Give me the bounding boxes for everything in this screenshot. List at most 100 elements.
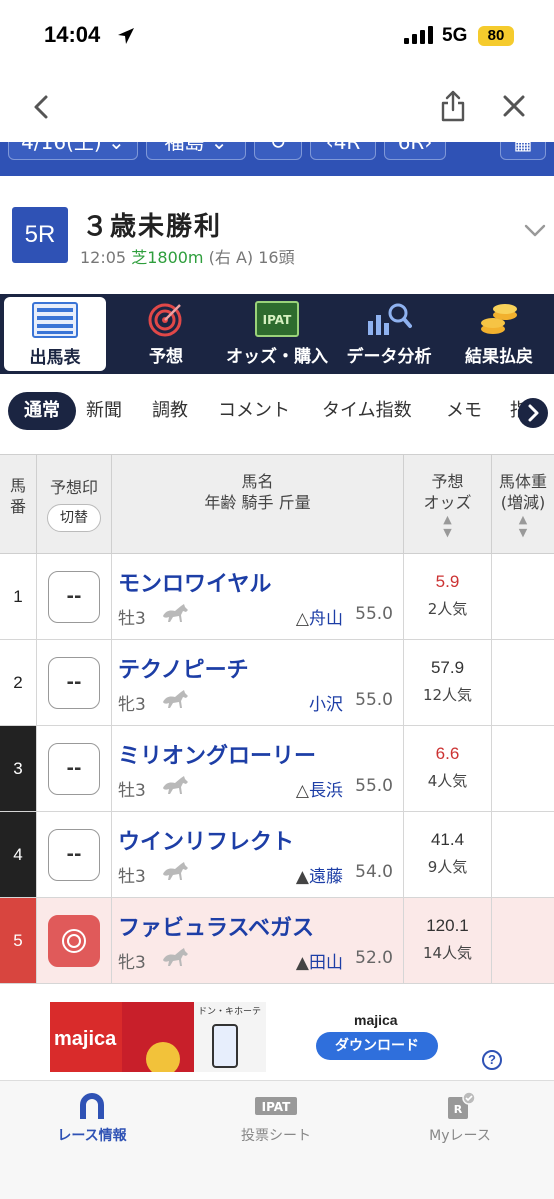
date-selector[interactable]: 4/16(土) ⌄	[8, 142, 138, 160]
col-prediction-mark: 予想印 切替	[37, 455, 112, 555]
location-arrow-icon	[118, 28, 134, 44]
menu-label: オッズ・購入	[226, 347, 328, 367]
tab-comment[interactable]: コメント	[218, 392, 290, 430]
tab-training[interactable]: 調教	[152, 392, 188, 430]
jockey-link[interactable]: 小沢	[309, 690, 343, 715]
carried-weight: 55.0	[355, 690, 393, 710]
col-number[interactable]: 馬 番	[0, 455, 37, 555]
ad-banner[interactable]: majica ドン・キホーテ majica ダウンロード ?	[0, 988, 554, 1080]
jockey-apprentice-mark: ▲	[295, 867, 309, 887]
ad-download-button[interactable]: ダウンロード	[316, 1032, 438, 1060]
ipat-ticket-icon: IPAT	[255, 1097, 297, 1115]
tab-voting-sheet[interactable]: IPAT 投票シート	[206, 1091, 346, 1145]
tab-newspaper[interactable]: 新聞	[86, 392, 122, 430]
refresh-icon[interactable]: ↻	[254, 142, 302, 160]
horse-number: 1	[13, 587, 23, 606]
horse-number: 2	[13, 673, 23, 692]
prediction-mark-cell: --	[37, 554, 112, 639]
race-header[interactable]: 5R ３歳未勝利 12:05 芝1800m (右 A) 16頭	[0, 194, 554, 280]
browser-nav-bar	[0, 72, 554, 142]
horse-number-cell: 4	[0, 812, 37, 897]
next-race-button[interactable]: 6R›	[384, 142, 446, 160]
horse-name-link[interactable]: ウインリフレクト	[118, 824, 294, 856]
tabs-next-button[interactable]	[518, 398, 548, 428]
popularity-rank: 4人気	[427, 772, 468, 790]
cellular-signal-icon	[404, 26, 433, 44]
close-icon[interactable]	[502, 94, 526, 118]
svg-text:R: R	[454, 1103, 463, 1116]
predicted-odds: 5.9	[435, 572, 460, 591]
predicted-odds: 57.9	[430, 658, 465, 677]
jockey-apprentice-mark: △	[295, 781, 309, 801]
mark-switch-button[interactable]: 切替	[47, 504, 101, 532]
horse-icon	[160, 860, 190, 886]
sort-arrows-icon: ▲ ▼	[518, 513, 528, 539]
col-odds[interactable]: 予想 オッズ ▲ ▼	[404, 455, 492, 555]
grid-menu-icon[interactable]: ▦	[500, 142, 546, 160]
horse-name-link[interactable]: モンロワイヤル	[118, 566, 271, 598]
carried-weight: 52.0	[355, 948, 393, 968]
ipat-icon: IPAT	[255, 301, 299, 337]
prediction-mark-cell: --	[37, 640, 112, 725]
tab-normal[interactable]: 通常	[8, 392, 76, 430]
horse-info-cell: ウインリフレクト 牡3 ▲遠藤 54.0	[112, 812, 404, 897]
odds-cell: 41.4 9人気	[404, 812, 492, 897]
col-name-line2: 年齢 騎手 斤量	[204, 493, 311, 512]
jockey-link[interactable]: △舟山	[296, 604, 343, 629]
table-row[interactable]: 3 -- ミリオングローリー 牡3 △長浜 55.0 6.6 4人気	[0, 726, 554, 812]
jockey-name: 遠藤	[309, 867, 343, 887]
double-circle-icon	[62, 929, 86, 953]
menu-results-payout[interactable]: 結果払戻	[446, 294, 552, 374]
horse-name-link[interactable]: テクノピーチ	[118, 652, 249, 684]
tab-label: 投票シート	[241, 1128, 311, 1144]
jockey-link[interactable]: ▲田山	[296, 948, 343, 973]
prediction-mark-cell	[37, 898, 112, 983]
horse-number-cell: 5	[0, 898, 37, 983]
menu-odds-purchase[interactable]: IPAT オッズ・購入	[222, 294, 332, 374]
tab-time-index[interactable]: タイム指数	[322, 392, 412, 430]
predicted-odds: 6.6	[435, 744, 460, 763]
venue-selector[interactable]: 福島 ⌄	[146, 142, 246, 160]
horse-number-cell: 3	[0, 726, 37, 811]
prediction-mark-button[interactable]: --	[48, 571, 100, 623]
tab-race-info[interactable]: レース情報	[22, 1091, 162, 1145]
jockey-link[interactable]: ▲遠藤	[296, 862, 343, 887]
col-odds-line1: 予想	[431, 472, 464, 491]
jockey-apprentice-mark: ▲	[295, 953, 309, 973]
prediction-mark-button[interactable]: --	[48, 829, 100, 881]
venue-label: 福島	[164, 142, 205, 154]
jockey-link[interactable]: △長浜	[296, 776, 343, 801]
horse-sex-age: 牡3	[118, 781, 146, 801]
menu-prediction[interactable]: 予想	[112, 294, 220, 374]
horse-sex-age: 牝3	[118, 695, 146, 715]
horse-info-cell: ミリオングローリー 牡3 △長浜 55.0	[112, 726, 404, 811]
jockey-name: 小沢	[309, 695, 343, 715]
prediction-mark-button[interactable]	[48, 915, 100, 967]
race-start-time: 12:05	[80, 248, 127, 267]
table-row[interactable]: 2 -- テクノピーチ 牝3 小沢 55.0 57.9 12人気	[0, 640, 554, 726]
menu-label: データ分析	[346, 347, 432, 367]
ad-help-icon[interactable]: ?	[482, 1050, 502, 1070]
prev-race-button[interactable]: ‹4R	[310, 142, 376, 160]
table-row[interactable]: 1 -- モンロワイヤル 牡3 △舟山 55.0 5.9 2人気	[0, 554, 554, 640]
back-chevron-icon[interactable]	[30, 94, 54, 120]
prediction-mark-button[interactable]: --	[48, 743, 100, 795]
horse-name-link[interactable]: ミリオングローリー	[118, 738, 316, 770]
chart-search-icon	[368, 303, 412, 335]
menu-race-card[interactable]: 出馬表	[4, 297, 106, 371]
chevron-down-icon[interactable]	[524, 224, 546, 238]
horse-name-link[interactable]: ファビュラスベガス	[118, 910, 314, 942]
status-bar: 14:04 5G 80	[0, 0, 554, 72]
ad-phone-image: ドン・キホーテ	[194, 1002, 266, 1072]
col-body-weight[interactable]: 馬体重 (増減) ▲ ▼	[492, 455, 554, 555]
tab-memo[interactable]: メモ	[446, 392, 482, 430]
race-name: ３歳未勝利	[82, 212, 223, 242]
table-row[interactable]: 5 ファビュラスベガス 牝3 ▲田山 52.0 120.1 14人気	[0, 898, 554, 984]
table-header: 馬 番 予想印 切替 馬名 年齢 騎手 斤量 予想 オッズ ▲ ▼ 馬体重 (増減…	[0, 454, 554, 555]
body-weight-cell	[492, 554, 554, 639]
menu-data-analysis[interactable]: データ分析	[336, 294, 442, 374]
prediction-mark-button[interactable]: --	[48, 657, 100, 709]
table-row[interactable]: 4 -- ウインリフレクト 牡3 ▲遠藤 54.0 41.4 9人気	[0, 812, 554, 898]
share-icon[interactable]	[440, 90, 466, 122]
tab-my-race[interactable]: R Myレース	[390, 1091, 530, 1145]
